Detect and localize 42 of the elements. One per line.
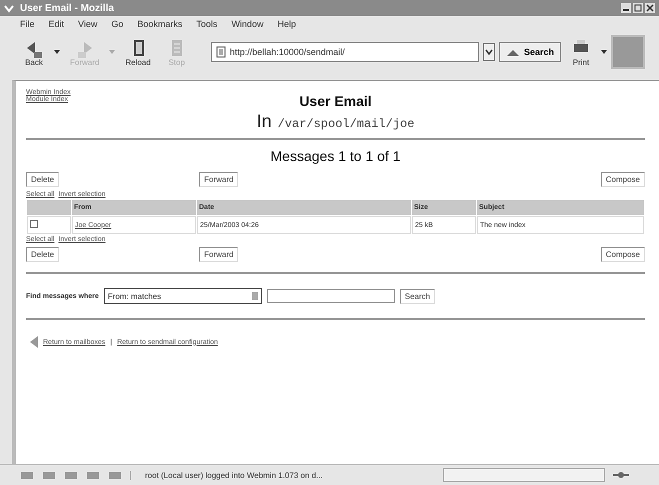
mailbox-path: /var/spool/mail/joe	[278, 117, 414, 131]
page-icon	[216, 46, 226, 58]
checkbox[interactable]	[30, 220, 38, 228]
menu-item[interactable]: Bookmarks	[137, 19, 182, 29]
close-icon[interactable]	[645, 3, 655, 13]
page-title: User Email	[299, 93, 372, 109]
dropdown-icon[interactable]	[482, 43, 495, 61]
action-button[interactable]: Compose	[600, 172, 645, 187]
minimize-icon[interactable]	[621, 3, 631, 13]
path-label: In	[256, 111, 272, 132]
action-button[interactable]: Forward	[199, 247, 238, 262]
action-button[interactable]: Compose	[600, 247, 645, 262]
action-button[interactable]: Delete	[26, 247, 60, 262]
search-icon	[506, 47, 520, 57]
search-button[interactable]: Search	[400, 288, 436, 304]
action-button[interactable]: Delete	[26, 172, 60, 187]
toolbar-button[interactable]: Reload	[119, 38, 157, 66]
search-input[interactable]	[266, 289, 395, 303]
menu-item[interactable]: Window	[231, 19, 264, 29]
maximize-icon[interactable]	[633, 3, 643, 13]
throbber-logo	[611, 35, 645, 69]
table-header	[27, 200, 71, 215]
menu-item[interactable]: Help	[277, 19, 296, 29]
window-title: User Email - Mozilla	[20, 2, 115, 14]
print-button[interactable]: Print	[565, 38, 597, 66]
back-arrow-icon[interactable]	[30, 336, 38, 348]
address-field[interactable]: http://bellah:10000/sendmail/	[210, 42, 479, 62]
action-button[interactable]: Forward	[199, 172, 238, 187]
status-text: root (Local user) logged into Webmin 1.073 on d...	[130, 470, 435, 480]
connection-icon	[613, 470, 629, 480]
messages-heading: Messages 1 to 1 of 1	[270, 148, 402, 164]
menu-item[interactable]: File	[20, 19, 35, 29]
caret-icon[interactable]	[601, 50, 607, 54]
menu-item[interactable]: View	[78, 19, 98, 29]
menu-item[interactable]: Go	[111, 19, 124, 29]
search-button[interactable]: Search	[498, 42, 561, 62]
caret-icon[interactable]	[54, 50, 60, 54]
filter-dropdown[interactable]: From: matches	[104, 288, 262, 304]
menu-icon[interactable]	[4, 3, 14, 13]
menu-item[interactable]: Edit	[48, 19, 64, 29]
menu-item[interactable]: Tools	[196, 19, 218, 29]
toolbar-button[interactable]: Back	[18, 38, 50, 66]
